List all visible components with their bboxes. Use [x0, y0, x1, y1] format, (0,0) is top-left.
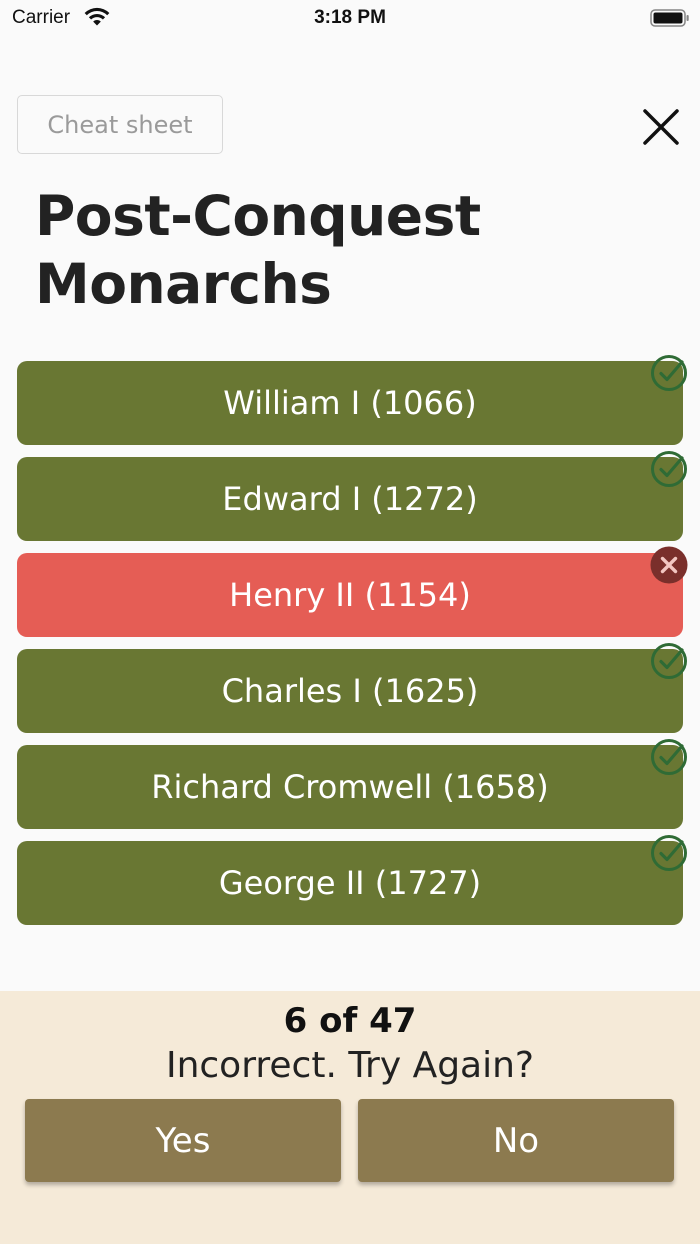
answer-label: Charles I (1625)	[221, 672, 479, 710]
answer-item[interactable]: William I (1066)	[17, 355, 687, 445]
progress-counter: 6 of 47	[283, 1001, 417, 1041]
answer-item[interactable]: Richard Cromwell (1658)	[17, 739, 687, 829]
title-line-2: Monarchs	[35, 252, 332, 316]
answer-label: Henry II (1154)	[229, 576, 471, 614]
cheat-sheet-button[interactable]: Cheat sheet	[17, 95, 223, 154]
clock: 3:18 PM	[314, 7, 386, 28]
answer-item[interactable]: Edward I (1272)	[17, 451, 687, 541]
answer-item[interactable]: Henry II (1154)	[17, 546, 688, 637]
answer-label: Richard Cromwell (1658)	[151, 768, 549, 806]
no-button[interactable]: No	[358, 1099, 674, 1182]
answer-list: William I (1066) Edward I (1272) Henry I…	[17, 355, 688, 937]
status-bar: Carrier 3:18 PM	[0, 0, 700, 36]
check-circle-icon	[651, 451, 687, 487]
cross-circle-icon	[650, 546, 688, 584]
answer-label: William I (1066)	[223, 384, 477, 422]
check-circle-icon	[651, 835, 687, 871]
feedback-message: Incorrect. Try Again?	[165, 1045, 535, 1086]
yes-button[interactable]: Yes	[25, 1099, 341, 1182]
battery-icon	[650, 9, 689, 27]
close-icon[interactable]	[642, 108, 680, 146]
answer-label: Edward I (1272)	[222, 480, 478, 518]
answer-item[interactable]: George II (1727)	[17, 835, 687, 925]
check-circle-icon	[651, 739, 687, 775]
answer-label: George II (1727)	[218, 864, 482, 902]
answer-item[interactable]: Charles I (1625)	[17, 643, 687, 733]
result-panel: 6 of 47 Incorrect. Try Again? Yes No	[0, 991, 700, 1244]
check-circle-icon	[651, 643, 687, 679]
check-circle-icon	[651, 355, 687, 391]
title-line-1: Post-Conquest	[35, 184, 481, 248]
page-title: Post-Conquest Monarchs	[35, 182, 595, 318]
